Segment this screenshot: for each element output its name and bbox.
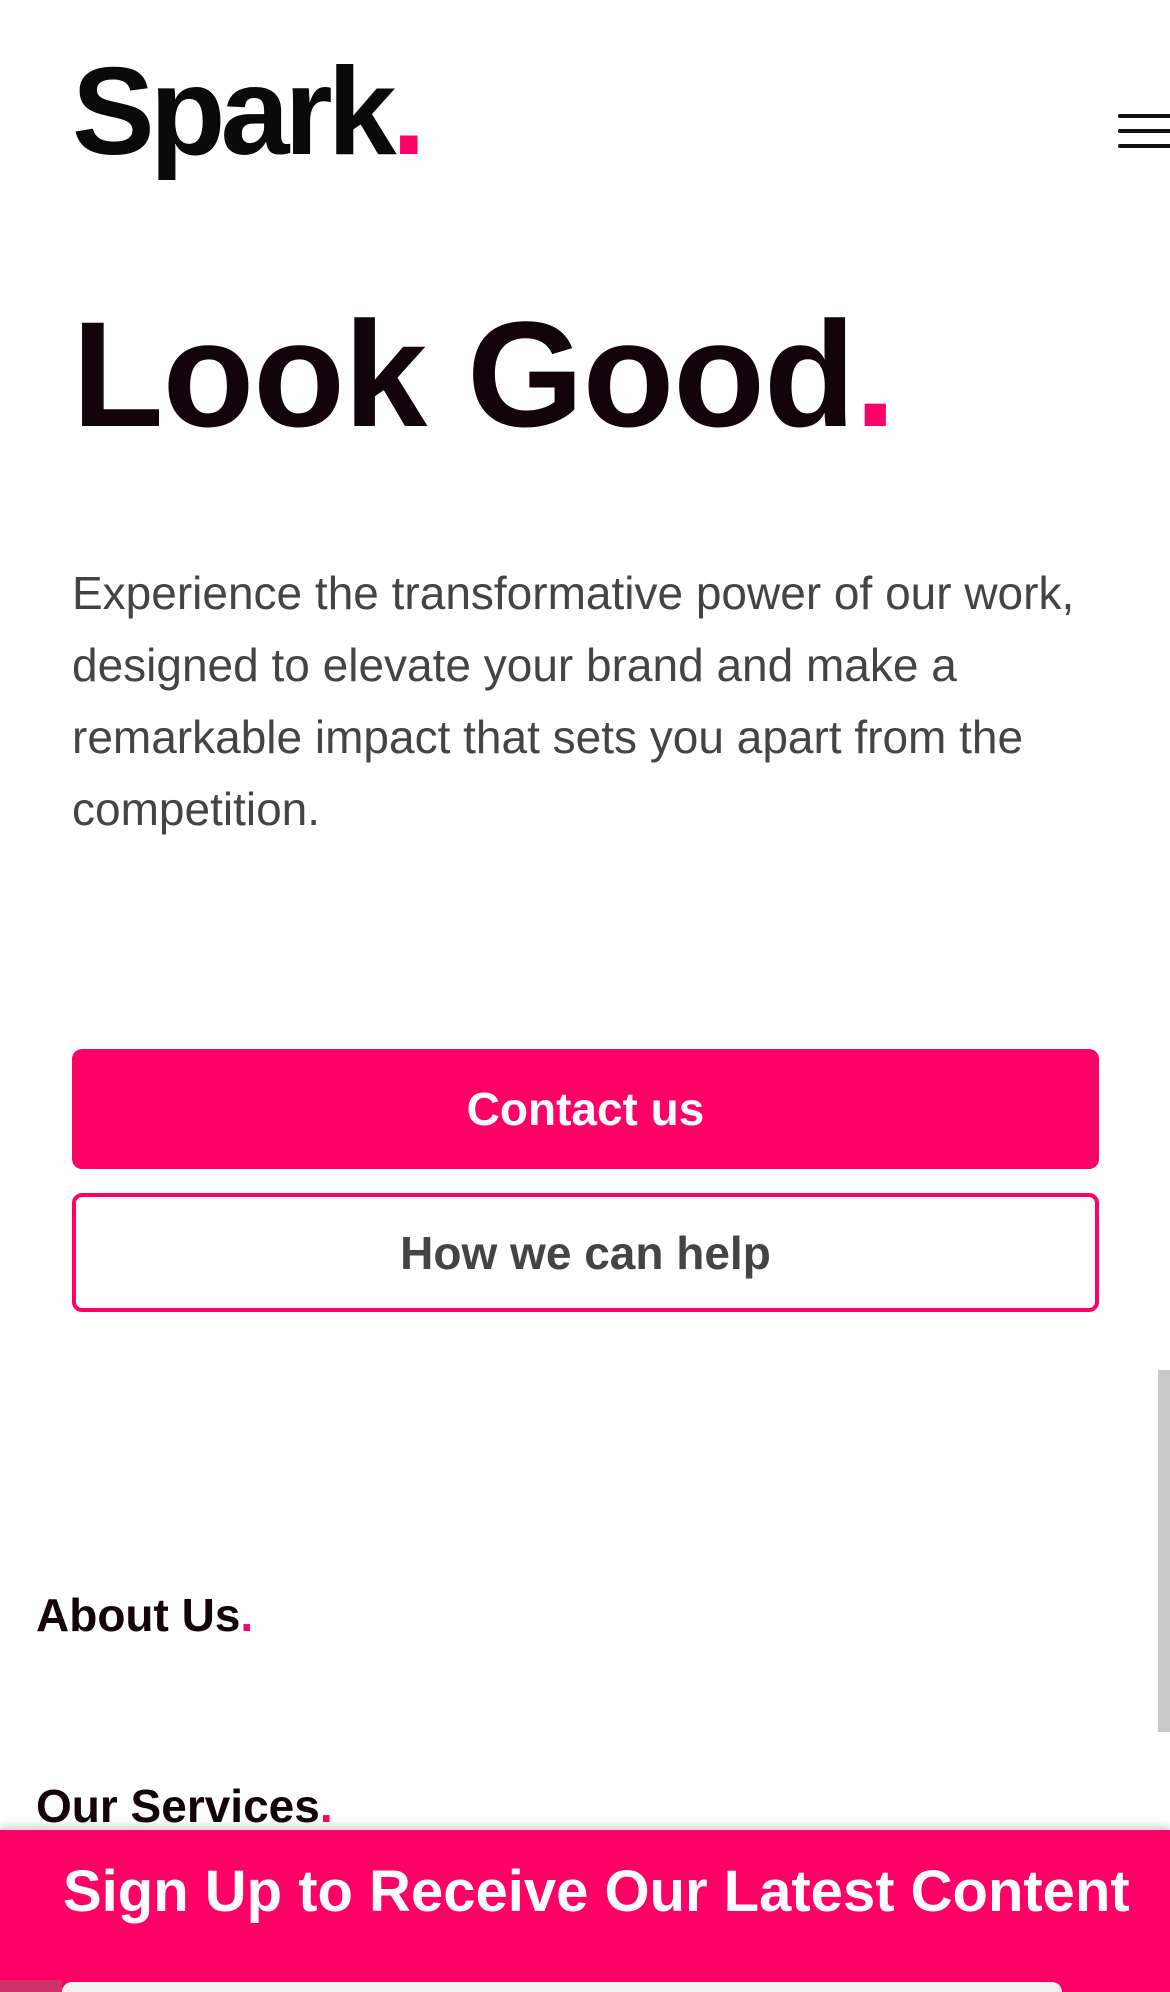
signup-banner: Sign Up to Receive Our Latest Content <box>0 1830 1170 1992</box>
scrollbar-thumb[interactable] <box>1158 1370 1170 1732</box>
hero-description: Experience the transformative power of o… <box>72 567 1075 835</box>
our-services-heading[interactable]: Our Services. <box>36 1783 333 1829</box>
about-us-label: About Us <box>36 1589 241 1641</box>
how-we-can-help-button[interactable]: How we can help <box>72 1193 1099 1312</box>
hero-title-text: Look Good <box>72 290 856 458</box>
our-services-dot: . <box>319 1780 333 1832</box>
hero-title: Look Good. <box>72 295 896 454</box>
hamburger-menu-icon[interactable] <box>1118 114 1170 152</box>
page: Spark. Look Good. Experience the transfo… <box>0 0 1170 1992</box>
about-us-dot: . <box>240 1589 254 1641</box>
about-us-heading[interactable]: About Us. <box>36 1592 253 1638</box>
hero-title-dot: . <box>854 290 897 458</box>
menu-bar <box>1118 144 1170 148</box>
menu-bar <box>1118 129 1170 133</box>
signup-edge <box>0 1980 62 1992</box>
logo-dot: . <box>391 43 427 181</box>
signup-email-input[interactable] <box>62 1982 1062 1992</box>
menu-bar <box>1118 114 1170 118</box>
logo[interactable]: Spark. <box>72 50 426 174</box>
logo-text: Spark <box>72 43 397 181</box>
contact-us-button[interactable]: Contact us <box>72 1049 1099 1169</box>
our-services-label: Our Services <box>36 1780 320 1832</box>
signup-title: Sign Up to Receive Our Latest Content <box>63 1859 1130 1924</box>
